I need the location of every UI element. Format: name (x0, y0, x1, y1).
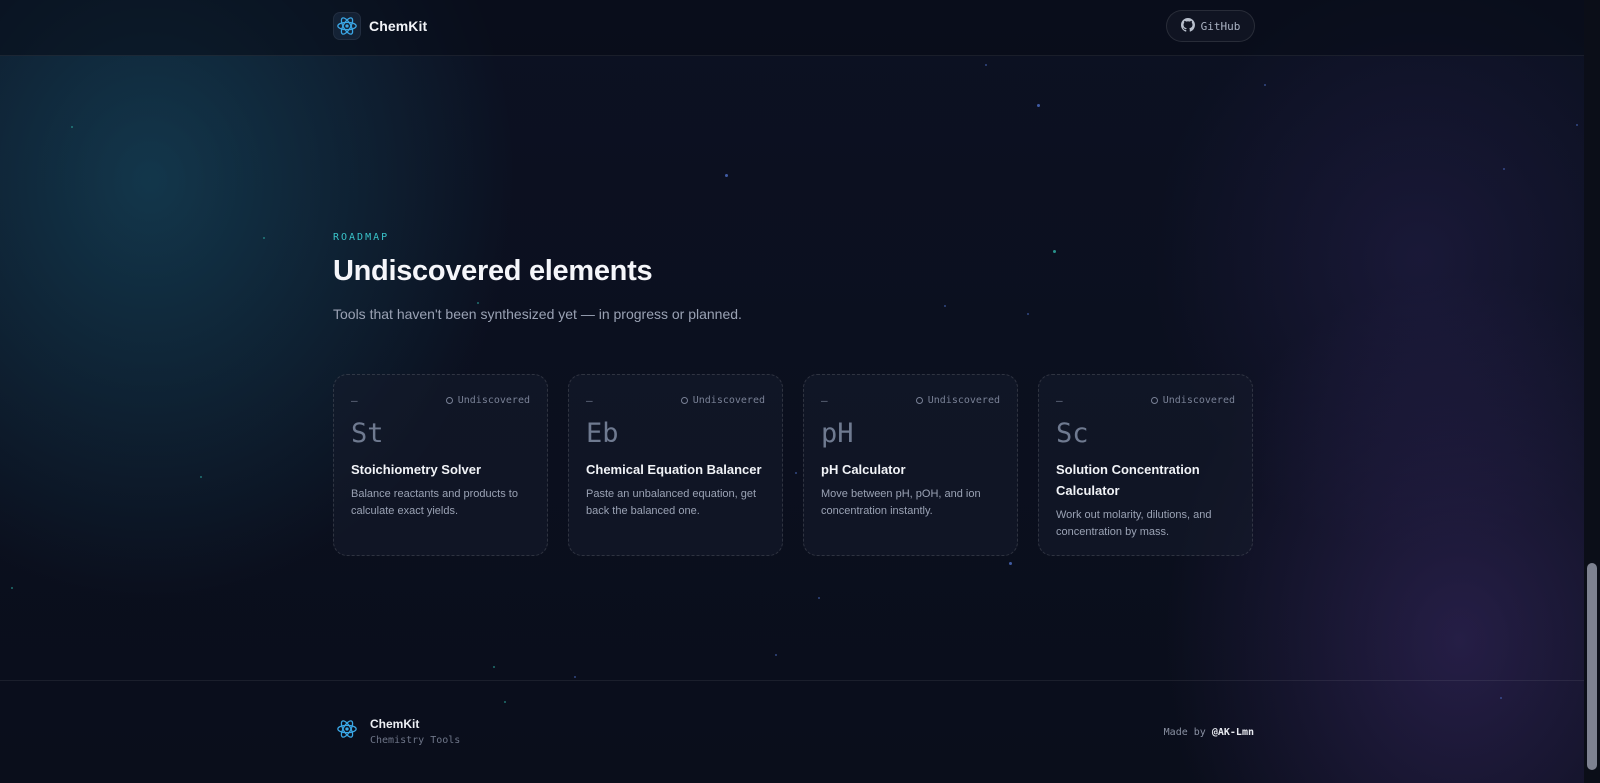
tool-card-stoichiometry[interactable]: — Undiscovered St Stoichiometry Solver B… (333, 374, 548, 556)
star-dot (1037, 104, 1040, 107)
star-dot (493, 666, 495, 668)
star-dot (71, 126, 73, 128)
scrollbar-thumb[interactable] (1587, 563, 1597, 770)
star-dot (725, 174, 728, 177)
section-title: Undiscovered elements (333, 255, 653, 287)
element-symbol: Sc (1056, 418, 1089, 449)
made-by-prefix: Made by (1163, 727, 1206, 738)
section-eyebrow: ROADMAP (333, 232, 390, 243)
card-title: Stoichiometry Solver (351, 462, 482, 477)
status-label: Undiscovered (1162, 394, 1235, 406)
status-badge: Undiscovered (680, 394, 765, 406)
card-number: — (351, 393, 358, 407)
star-dot (11, 587, 13, 589)
card-number: — (1056, 393, 1063, 407)
star-dot (818, 597, 820, 599)
brand-home-link[interactable]: ChemKit (333, 12, 427, 40)
star-dot (1503, 168, 1505, 170)
tool-card-equation-balancer[interactable]: — Undiscovered Eb Chemical Equation Bala… (568, 374, 783, 556)
element-symbol: St (351, 418, 384, 449)
status-label: Undiscovered (927, 394, 1000, 406)
status-badge: Undiscovered (445, 394, 530, 406)
star-dot (263, 237, 265, 239)
section-subtitle: Tools that haven't been synthesized yet … (333, 306, 742, 322)
status-badge: Undiscovered (1150, 394, 1235, 406)
card-title: Chemical Equation Balancer (586, 462, 762, 477)
status-label: Undiscovered (457, 394, 530, 406)
card-description: Paste an unbalanced equation, get back t… (586, 488, 757, 517)
star-dot (1500, 697, 1502, 699)
element-symbol: Eb (586, 418, 619, 449)
footer-tagline: Chemistry Tools (370, 735, 461, 746)
github-icon (1180, 17, 1195, 35)
star-dot (504, 701, 506, 703)
card-description: Balance reactants and products to calcul… (351, 488, 518, 517)
footer-divider (0, 680, 1584, 681)
roadmap-cards: — Undiscovered St Stoichiometry Solver B… (333, 374, 1253, 556)
star-dot (1009, 562, 1012, 565)
top-navbar: ChemKit GitHub (0, 0, 1584, 56)
roadmap-section: ROADMAP Undiscovered elements Tools that… (333, 232, 1255, 322)
card-title: pH Calculator (821, 462, 906, 477)
github-label: GitHub (1200, 19, 1241, 33)
card-description: Move between pH, pOH, and ion concentrat… (821, 488, 981, 517)
made-by-credit: Made by @AK-Lmn (1164, 727, 1254, 738)
status-ring-icon (915, 396, 923, 404)
card-number: — (586, 393, 593, 407)
github-button[interactable]: GitHub (1166, 10, 1255, 42)
star-dot (1576, 124, 1578, 126)
star-dot (1264, 84, 1266, 86)
tool-card-ph-calculator[interactable]: — Undiscovered pH pH Calculator Move bet… (803, 374, 1018, 556)
brand-name: ChemKit (369, 18, 428, 34)
author-link[interactable]: @AK-Lmn (1212, 727, 1254, 738)
star-dot (574, 676, 576, 678)
star-dot (775, 654, 777, 656)
status-label: Undiscovered (692, 394, 765, 406)
status-ring-icon (1150, 396, 1158, 404)
card-number: — (821, 393, 828, 407)
status-ring-icon (680, 396, 688, 404)
star-dot (200, 476, 202, 478)
element-symbol: pH (821, 418, 854, 449)
footer-brand-name: ChemKit (370, 717, 420, 731)
atom-icon (333, 12, 361, 40)
status-badge: Undiscovered (915, 394, 1000, 406)
card-description: Work out molarity, dilutions, and concen… (1056, 509, 1212, 538)
card-title: Solution Concentration Calculator (1056, 462, 1200, 498)
atom-icon (336, 718, 358, 745)
tool-card-solution-concentration[interactable]: — Undiscovered Sc Solution Concentration… (1038, 374, 1253, 556)
star-dot (985, 64, 987, 66)
status-ring-icon (445, 396, 453, 404)
footer-brand[interactable]: ChemKit Chemistry Tools (336, 717, 460, 746)
